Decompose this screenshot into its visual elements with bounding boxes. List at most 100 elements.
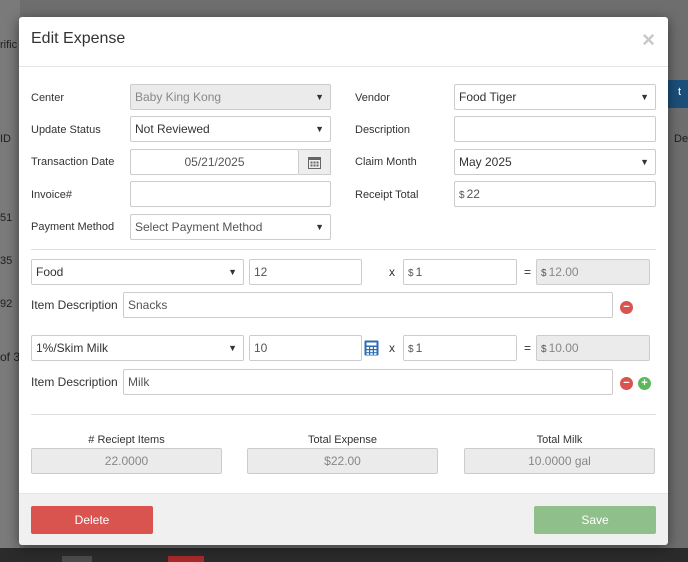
- background-bottom-block: [62, 556, 92, 562]
- background-bottom-bar: [0, 548, 688, 562]
- item-description-value: Snacks: [128, 298, 168, 312]
- receipt-total-label: Receipt Total: [355, 189, 419, 201]
- transaction-date-input[interactable]: 05/21/2025: [130, 149, 299, 175]
- receipt-total-value: 22: [466, 187, 480, 201]
- currency-symbol: $: [408, 268, 414, 279]
- close-icon[interactable]: ×: [642, 28, 655, 52]
- background-left-strip: [0, 0, 20, 562]
- save-button[interactable]: Save: [534, 506, 656, 534]
- total-expense-field: $22.00: [247, 448, 438, 474]
- vendor-label: Vendor: [355, 92, 390, 104]
- chevron-down-icon: ▼: [228, 267, 237, 277]
- add-item-icon[interactable]: +: [638, 377, 651, 390]
- background-fragment: De: [674, 133, 688, 145]
- center-select[interactable]: Baby King Kong ▼: [130, 84, 331, 110]
- remove-item-icon[interactable]: −: [620, 377, 633, 390]
- multiply-sign: x: [389, 341, 395, 355]
- equals-sign: =: [524, 265, 532, 279]
- item-description-input[interactable]: Milk: [123, 369, 613, 395]
- item-quantity-value: 12: [254, 265, 268, 279]
- date-picker-button[interactable]: [299, 149, 331, 175]
- item-unit-price-value: 1: [415, 265, 423, 279]
- minus-glyph: −: [623, 301, 630, 313]
- background-fragment: 92: [0, 298, 13, 310]
- item-unit-price-input[interactable]: $1: [403, 335, 517, 361]
- divider: [31, 249, 656, 250]
- receipt-total-input[interactable]: $22: [454, 181, 656, 207]
- calculator-icon[interactable]: [364, 340, 379, 356]
- claim-month-label: Claim Month: [355, 156, 417, 168]
- payment-method-select[interactable]: Select Payment Method ▼: [130, 214, 331, 240]
- update-status-label: Update Status: [31, 124, 101, 136]
- item-category-select[interactable]: Food ▼: [31, 259, 244, 285]
- total-milk-field: 10.0000 gal: [464, 448, 655, 474]
- minus-glyph: −: [623, 377, 630, 389]
- currency-symbol: $: [408, 344, 414, 355]
- chevron-down-icon: ▼: [315, 124, 324, 134]
- transaction-date-value: 05/21/2025: [184, 155, 245, 169]
- background-fragment: 51: [0, 212, 13, 224]
- currency-symbol: $: [459, 190, 465, 201]
- multiply-sign: x: [389, 265, 395, 279]
- total-milk-label: Total Milk: [536, 434, 583, 446]
- item-total-field: $12.00: [536, 259, 650, 285]
- item-quantity-input[interactable]: 10: [249, 335, 362, 361]
- invoice-label: Invoice#: [31, 189, 72, 201]
- modal-header: Edit Expense ×: [19, 17, 668, 67]
- currency-symbol: $: [541, 268, 547, 279]
- item-total-value: 10.00: [548, 341, 579, 355]
- total-expense-label: Total Expense: [307, 434, 378, 446]
- divider: [31, 414, 656, 415]
- chevron-down-icon: ▼: [640, 157, 649, 167]
- chevron-down-icon: ▼: [315, 92, 324, 102]
- payment-method-value: Select Payment Method: [135, 220, 263, 234]
- plus-glyph: +: [641, 377, 648, 389]
- total-milk-value: 10.0000 gal: [528, 454, 591, 468]
- vendor-value: Food Tiger: [459, 90, 517, 104]
- update-status-select[interactable]: Not Reviewed ▼: [130, 116, 331, 142]
- transaction-date-label: Transaction Date: [31, 156, 115, 168]
- background-button-label: t: [678, 86, 682, 98]
- chevron-down-icon: ▼: [640, 92, 649, 102]
- background-fragment: 35: [0, 255, 13, 267]
- background-fragment: rific: [0, 39, 18, 51]
- total-expense-value: $22.00: [324, 454, 361, 468]
- item-unit-price-input[interactable]: $1: [403, 259, 517, 285]
- item-description-label: Item Description: [31, 375, 118, 389]
- item-description-value: Milk: [128, 375, 150, 389]
- receipt-items-value: 22.0000: [104, 454, 149, 468]
- item-category-value: Food: [36, 265, 64, 279]
- receipt-items-label: # Reciept Items: [88, 434, 165, 446]
- item-unit-price-value: 1: [415, 341, 423, 355]
- vendor-select[interactable]: Food Tiger ▼: [454, 84, 656, 110]
- item-category-value: 1%/Skim Milk: [36, 341, 109, 355]
- equals-sign: =: [524, 341, 532, 355]
- receipt-items-field: 22.0000: [31, 448, 222, 474]
- center-value: Baby King Kong: [135, 90, 222, 104]
- item-quantity-input[interactable]: 12: [249, 259, 362, 285]
- modal-title: Edit Expense: [31, 30, 126, 47]
- invoice-input[interactable]: [130, 181, 331, 207]
- chevron-down-icon: ▼: [228, 343, 237, 353]
- edit-expense-modal: Edit Expense × Center Baby King Kong ▼ U…: [19, 17, 668, 545]
- calendar-icon: [308, 156, 321, 169]
- item-description-label: Item Description: [31, 298, 118, 312]
- modal-footer: Delete Save: [19, 493, 668, 545]
- background-fragment: ID: [0, 133, 11, 145]
- chevron-down-icon: ▼: [315, 222, 324, 232]
- item-quantity-value: 10: [254, 341, 268, 355]
- description-input[interactable]: [454, 116, 656, 142]
- background-fragment: of 3: [0, 350, 21, 364]
- item-description-input[interactable]: Snacks: [123, 292, 613, 318]
- description-label: Description: [355, 124, 411, 136]
- update-status-value: Not Reviewed: [135, 122, 210, 136]
- item-category-select[interactable]: 1%/Skim Milk ▼: [31, 335, 244, 361]
- background-bottom-red: [168, 556, 204, 562]
- currency-symbol: $: [541, 344, 547, 355]
- item-total-field: $10.00: [536, 335, 650, 361]
- delete-button[interactable]: Delete: [31, 506, 153, 534]
- claim-month-value: May 2025: [459, 155, 512, 169]
- claim-month-select[interactable]: May 2025 ▼: [454, 149, 656, 175]
- remove-item-icon[interactable]: −: [620, 301, 633, 314]
- center-label: Center: [31, 92, 65, 104]
